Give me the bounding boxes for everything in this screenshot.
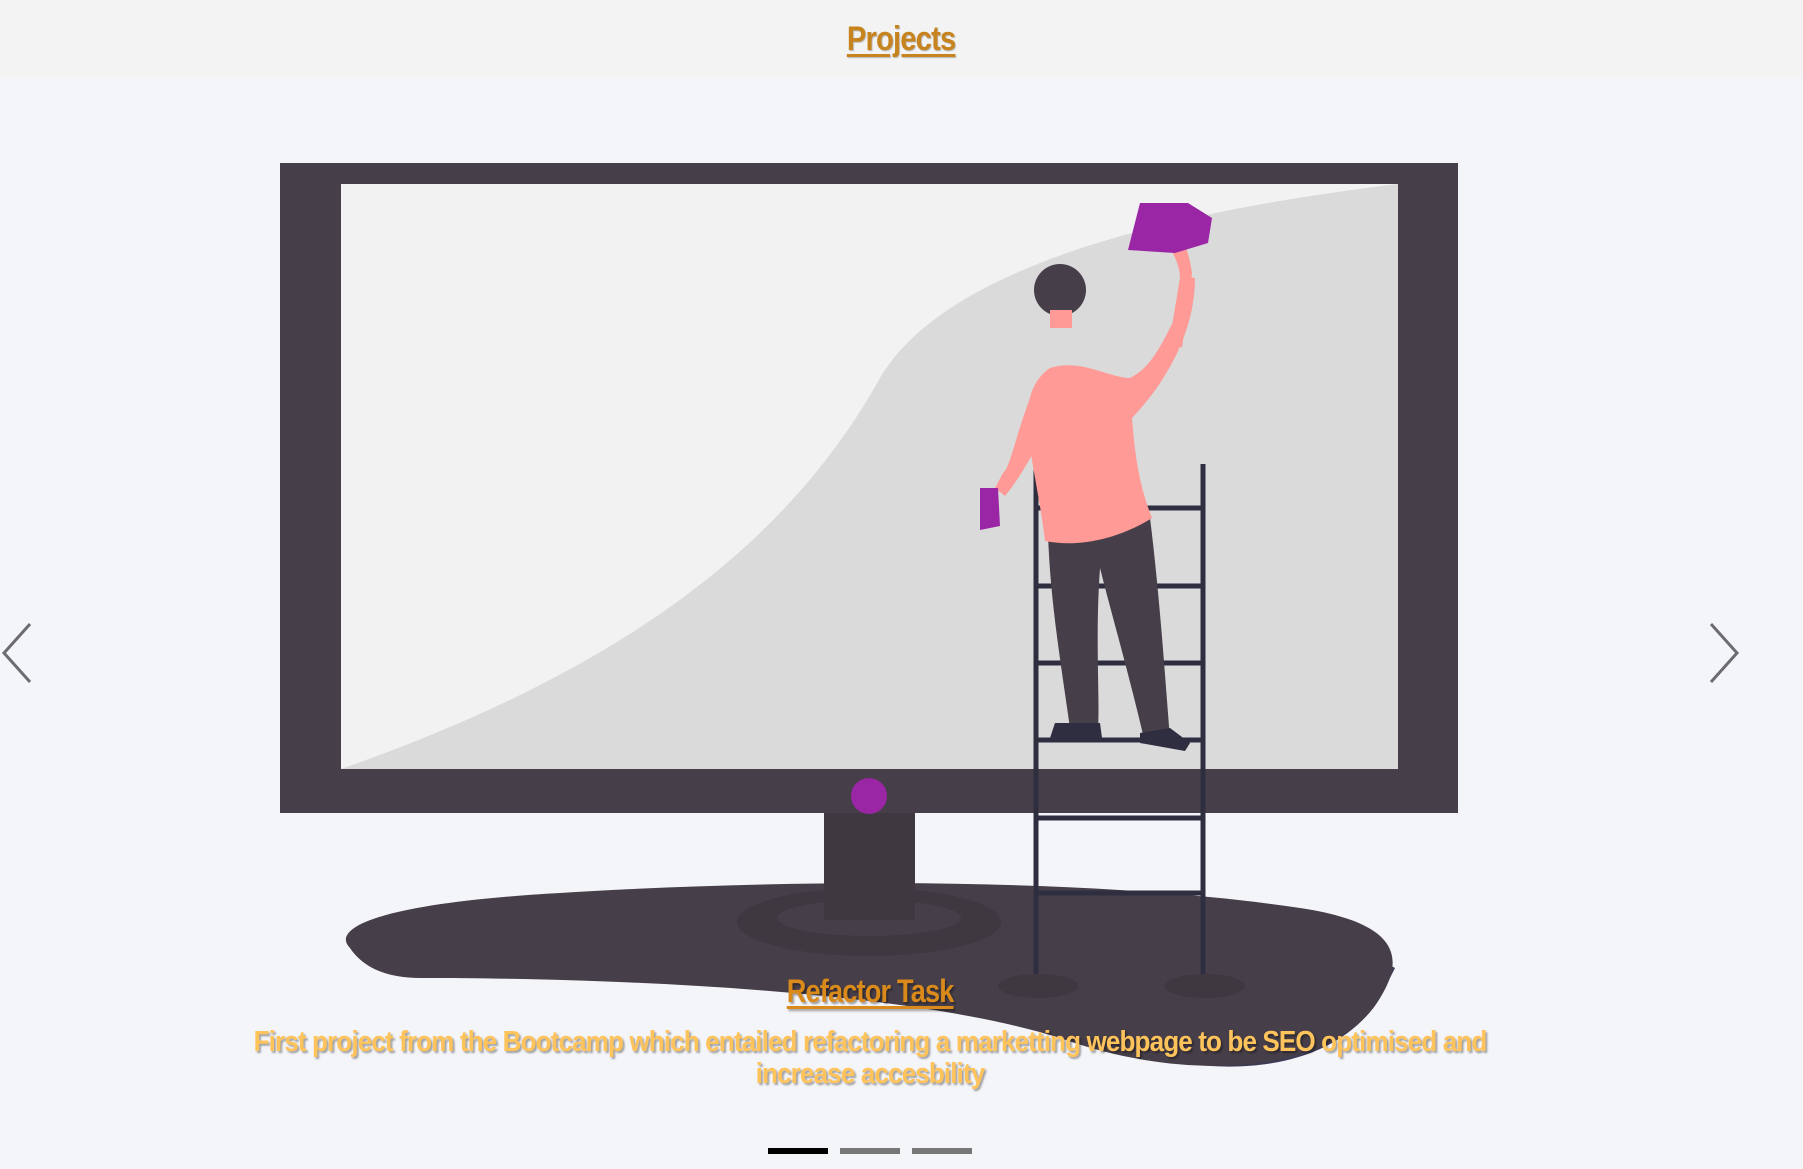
project-carousel: Refactor Task First project from the Boo… (0, 78, 1803, 1169)
slide-caption: Refactor Task First project from the Boo… (150, 973, 1590, 1090)
carousel-prev-button[interactable] (0, 608, 48, 698)
slide-title: Refactor Task (786, 973, 955, 1009)
spray-bottle (980, 488, 1000, 530)
person-neck (1050, 310, 1072, 328)
cleaning-cloth (1128, 203, 1212, 253)
projects-nav-link[interactable]: Projects (847, 20, 956, 59)
carousel-indicators (0, 1148, 1740, 1154)
navbar: Projects (0, 0, 1803, 78)
indicator-2[interactable] (840, 1148, 900, 1154)
carousel-next-button[interactable] (1693, 608, 1753, 698)
indicator-3[interactable] (912, 1148, 972, 1154)
indicator-1[interactable] (768, 1148, 828, 1154)
person-shoe-left (1050, 723, 1102, 738)
chevron-left-icon (1, 622, 32, 684)
slide-description: First project from the Bootcamp which en… (253, 1026, 1488, 1090)
monitor-neck (824, 808, 915, 920)
person-head (1034, 264, 1086, 316)
chevron-right-icon (1709, 622, 1740, 684)
power-button (851, 778, 887, 814)
